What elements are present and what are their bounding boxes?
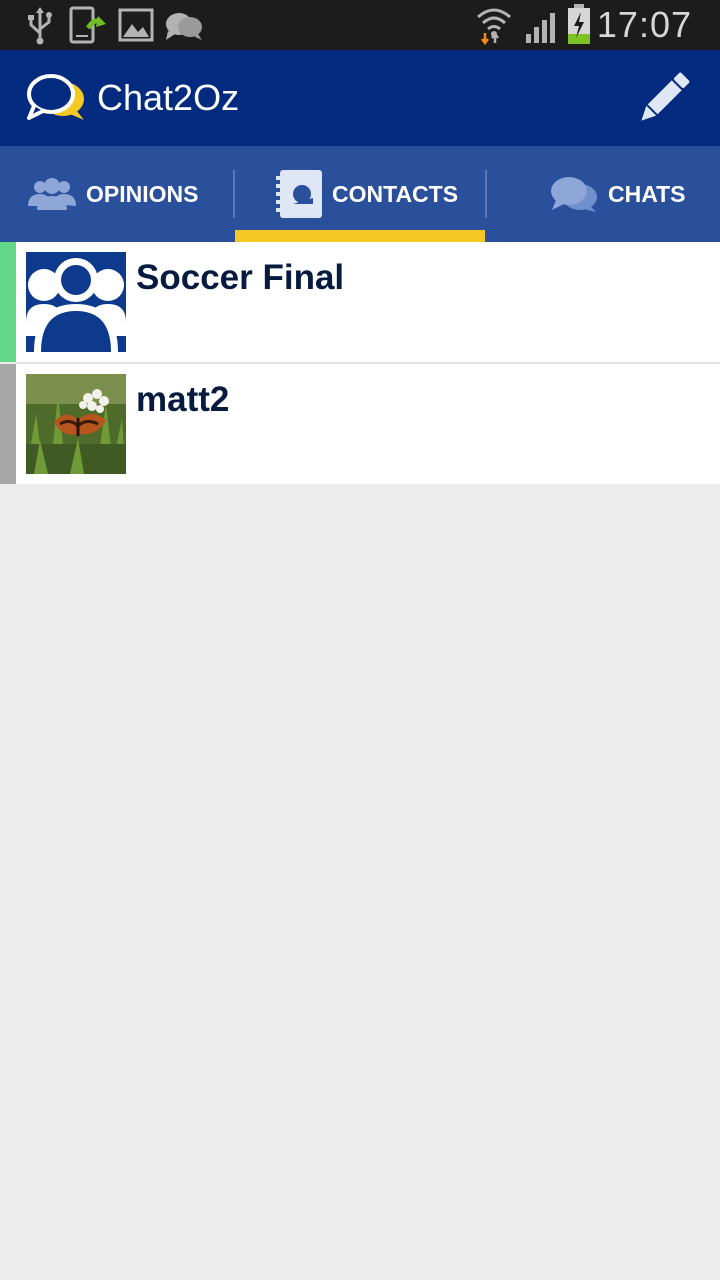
battery-charging-icon [568,4,590,44]
action-bar: Chat2Oz [0,50,720,146]
status-time: 17:07 [596,4,692,45]
tab-chats[interactable]: CHATS [550,146,686,242]
status-indicator [0,242,16,362]
tab-divider [233,170,235,218]
tab-chats-label: CHATS [608,180,686,207]
list-item[interactable]: Soccer Final [0,242,720,362]
tab-contacts[interactable]: CONTACTS [276,146,458,242]
contacts-book-icon [276,170,322,218]
status-bar: 17:07 [0,0,720,50]
chat-bubbles-icon [551,177,597,212]
gallery-icon [118,8,154,42]
list-item[interactable]: matt2 [0,364,720,484]
contact-name: Soccer Final [136,258,345,297]
signal-icon [526,13,555,43]
butterfly-photo [26,374,126,474]
status-indicator [0,364,16,484]
tab-opinions-label: OPINIONS [86,180,199,207]
chat-bubbles-logo-icon [27,74,84,120]
wifi-icon [477,8,511,45]
tab-opinions[interactable]: OPINIONS [28,146,198,242]
chat-notification-icon [166,13,202,40]
group-icon [26,252,126,352]
tab-divider [485,170,487,218]
people-icon [28,178,76,210]
contact-name: matt2 [136,380,230,419]
selected-tab-indicator [235,230,485,242]
app-update-icon [69,6,106,44]
tab-bar: OPINIONS CONTACTS CHATS [0,146,720,242]
app-title: Chat2Oz [97,77,240,118]
usb-icon [28,7,52,45]
tab-contacts-label: CONTACTS [332,180,459,207]
pencil-icon[interactable] [636,70,692,126]
